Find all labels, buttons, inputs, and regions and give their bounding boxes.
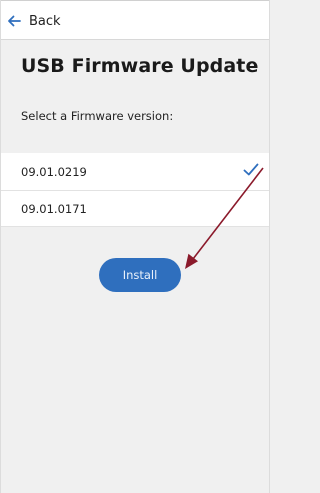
- back-button[interactable]: Back: [7, 10, 61, 32]
- firmware-version-list: 09.01.0219 09.01.0171: [1, 153, 269, 227]
- firmware-version-item[interactable]: 09.01.0219: [1, 153, 269, 190]
- back-label: Back: [29, 13, 61, 29]
- top-bar: Back: [1, 0, 269, 40]
- firmware-update-screen: Back USB Firmware Update Select a Firmwa…: [0, 0, 270, 493]
- install-button[interactable]: Install: [99, 258, 181, 292]
- firmware-version-label: 09.01.0171: [21, 201, 87, 216]
- arrow-left-icon: [7, 15, 21, 27]
- firmware-version-label: 09.01.0219: [21, 164, 87, 179]
- firmware-version-item[interactable]: 09.01.0171: [1, 190, 269, 227]
- page-title: USB Firmware Update: [21, 55, 259, 77]
- checkmark-icon: [243, 163, 259, 180]
- instruction-text: Select a Firmware version:: [21, 109, 174, 123]
